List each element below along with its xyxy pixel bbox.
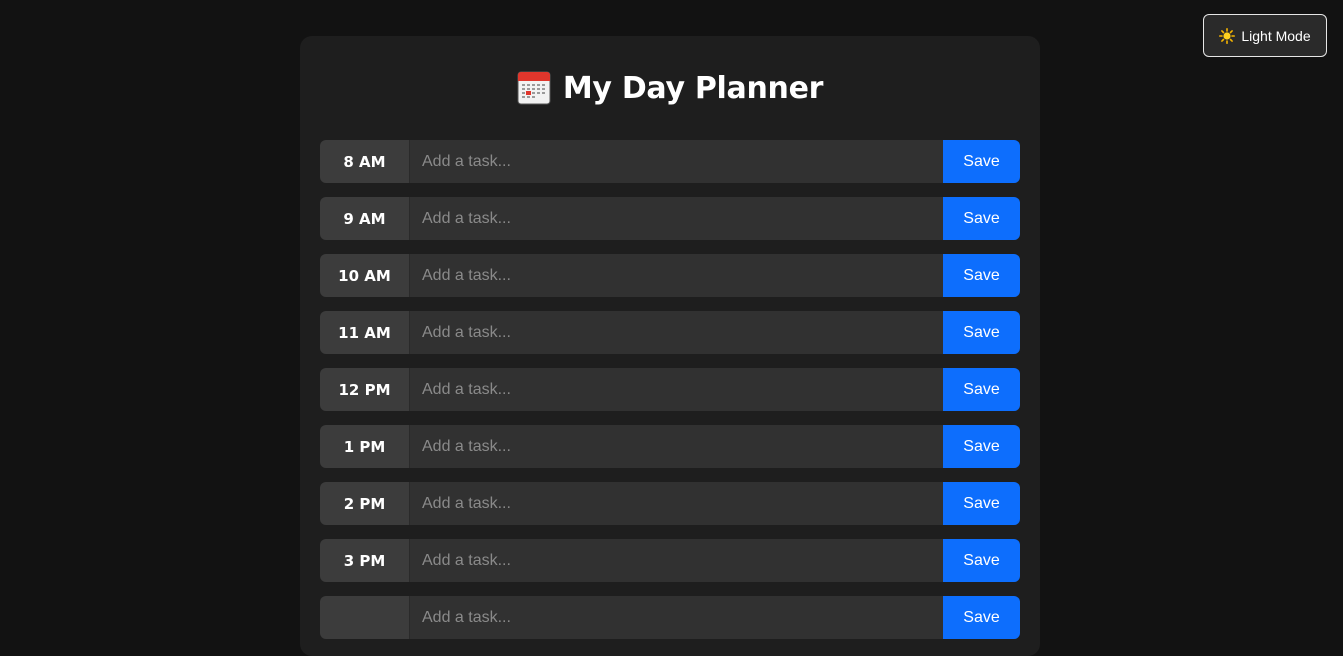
- title-row: My Day Planner: [320, 36, 1020, 140]
- theme-toggle-label: Light Mode: [1241, 27, 1311, 44]
- save-button[interactable]: Save: [943, 425, 1020, 468]
- task-input[interactable]: [410, 254, 943, 297]
- save-button[interactable]: Save: [943, 311, 1020, 354]
- hour-label: 1 PM: [320, 425, 410, 468]
- hour-row: Save: [320, 596, 1020, 639]
- task-input[interactable]: [410, 596, 943, 639]
- hour-label: 2 PM: [320, 482, 410, 525]
- task-input[interactable]: [410, 425, 943, 468]
- hour-row: 12 PM Save: [320, 368, 1020, 411]
- hour-label: 11 AM: [320, 311, 410, 354]
- save-button[interactable]: Save: [943, 482, 1020, 525]
- task-input[interactable]: [410, 482, 943, 525]
- save-button[interactable]: Save: [943, 197, 1020, 240]
- task-input[interactable]: [410, 140, 943, 183]
- task-input[interactable]: [410, 197, 943, 240]
- save-button[interactable]: Save: [943, 539, 1020, 582]
- save-button[interactable]: Save: [943, 254, 1020, 297]
- hour-label: 9 AM: [320, 197, 410, 240]
- hour-label: 8 AM: [320, 140, 410, 183]
- page-title: My Day Planner: [562, 70, 824, 106]
- task-input[interactable]: [410, 311, 943, 354]
- task-input[interactable]: [410, 368, 943, 411]
- hour-row: 2 PM Save: [320, 482, 1020, 525]
- hour-row: 9 AM Save: [320, 197, 1020, 240]
- hour-label: 12 PM: [320, 368, 410, 411]
- task-input[interactable]: [410, 539, 943, 582]
- hour-label: 3 PM: [320, 539, 410, 582]
- hour-label: 10 AM: [320, 254, 410, 297]
- hour-row: 3 PM Save: [320, 539, 1020, 582]
- hour-row: 1 PM Save: [320, 425, 1020, 468]
- hour-row: 11 AM Save: [320, 311, 1020, 354]
- save-button[interactable]: Save: [943, 368, 1020, 411]
- sun-icon: [1219, 27, 1236, 44]
- calendar-icon: [517, 71, 551, 105]
- theme-toggle-button[interactable]: Light Mode: [1203, 14, 1327, 57]
- hour-row: 10 AM Save: [320, 254, 1020, 297]
- hour-rows: 8 AM Save 9 AM Save 10 AM Save 11 AM Sav…: [320, 140, 1020, 639]
- planner-card: My Day Planner 8 AM Save 9 AM Save 10 AM…: [300, 36, 1040, 656]
- hour-label: [320, 596, 410, 639]
- save-button[interactable]: Save: [943, 140, 1020, 183]
- save-button[interactable]: Save: [943, 596, 1020, 639]
- hour-row: 8 AM Save: [320, 140, 1020, 183]
